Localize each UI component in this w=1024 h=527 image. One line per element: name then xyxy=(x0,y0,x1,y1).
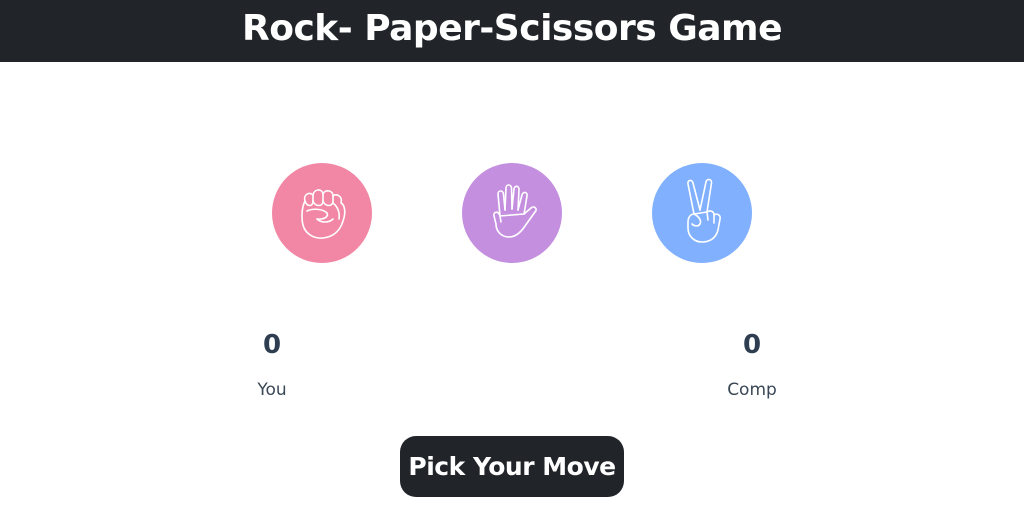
paper-hand-icon xyxy=(493,184,537,238)
scissors-peace-hand-icon xyxy=(687,178,721,243)
player-score: 0 xyxy=(262,330,282,360)
paper-choice-button[interactable] xyxy=(462,163,562,263)
header-bar: Rock- Paper-Scissors Game xyxy=(0,0,1024,62)
scissors-choice-button[interactable] xyxy=(652,163,752,263)
rock-fist-icon xyxy=(301,189,346,239)
rock-choice-button[interactable] xyxy=(272,163,372,263)
pick-your-move-button[interactable]: Pick Your Move xyxy=(400,436,624,497)
computer-score: 0 xyxy=(742,330,762,360)
page-title: Rock- Paper-Scissors Game xyxy=(242,8,782,49)
computer-label: Comp xyxy=(727,380,777,400)
player-label: You xyxy=(257,380,287,400)
